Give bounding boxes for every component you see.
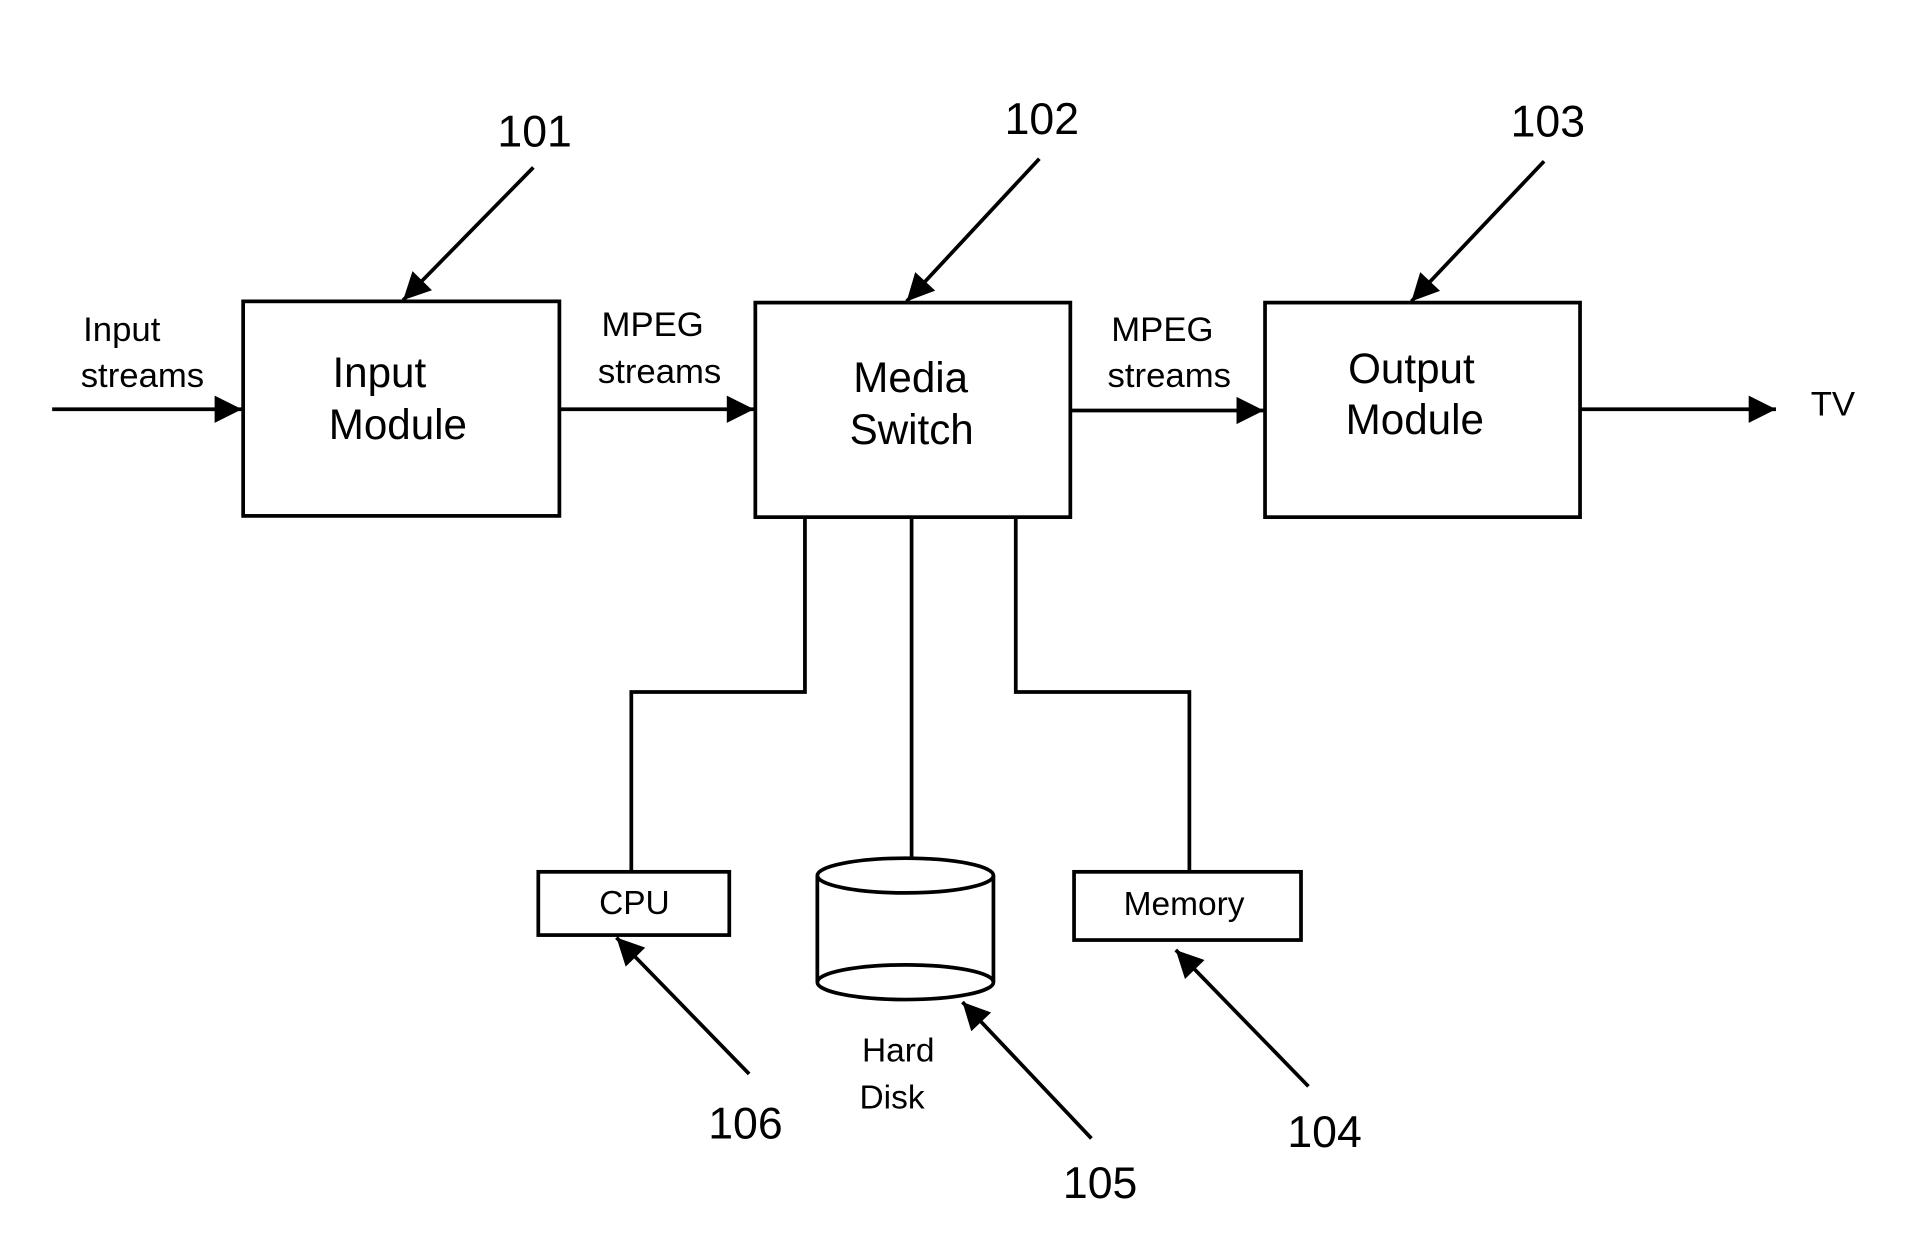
input-streams-label-2: streams — [81, 357, 204, 395]
hard-disk-top — [815, 856, 996, 895]
cpu-connector — [629, 517, 807, 872]
hard-disk-label-1: Hard — [862, 1033, 935, 1070]
mpeg-streams-flow-2: MPEG streams — [1070, 311, 1264, 425]
mpeg-2-label-2: streams — [1108, 357, 1231, 395]
mpeg-2-label-1: MPEG — [1111, 311, 1213, 349]
ref-103-arrow — [1410, 159, 1546, 303]
ref-101-arrow — [401, 166, 535, 302]
memory-block: Memory 104 — [1072, 869, 1362, 1157]
input-streams-label-1: Input — [83, 311, 161, 349]
output-module-label-1: Output — [1348, 345, 1475, 392]
media-switch-label-2: Switch — [850, 406, 974, 453]
ref-106: 106 — [708, 1099, 782, 1148]
ref-102-arrow — [905, 157, 1041, 303]
hard-disk-label-2: Disk — [860, 1080, 925, 1117]
ref-105-arrow — [961, 1000, 1093, 1140]
tv-output-flow: TV — [1580, 385, 1855, 423]
input-streams-flow: Input streams — [52, 311, 242, 423]
output-module-label-2: Module — [1346, 396, 1484, 443]
ref-104: 104 — [1287, 1108, 1361, 1157]
media-switch-block: Media Switch 102 — [753, 95, 1079, 520]
input-module-label-2: Module — [329, 401, 467, 448]
cpu-label: CPU — [599, 885, 670, 922]
cpu-block: CPU 106 — [536, 869, 783, 1148]
ref-106-arrow — [615, 936, 751, 1076]
input-module-block: Input Module 101 — [241, 107, 572, 518]
memory-label: Memory — [1124, 886, 1245, 923]
tv-label: TV — [1811, 385, 1855, 423]
output-module-block: Output Module 103 — [1263, 97, 1585, 520]
ref-104-arrow — [1174, 948, 1310, 1088]
ref-101: 101 — [497, 107, 571, 156]
ref-105: 105 — [1063, 1159, 1137, 1208]
memory-connector — [1013, 517, 1192, 872]
block-diagram: Input streams Input Module 101 MPEG stre… — [52, 95, 1855, 1208]
mpeg-streams-flow-1: MPEG streams — [559, 306, 755, 423]
ref-102: 102 — [1005, 95, 1079, 144]
mpeg-1-label-1: MPEG — [602, 306, 704, 344]
ref-103: 103 — [1511, 97, 1585, 146]
mpeg-1-label-2: streams — [598, 353, 721, 391]
media-switch-label-1: Media — [853, 354, 968, 401]
input-module-label-1: Input — [332, 349, 426, 396]
